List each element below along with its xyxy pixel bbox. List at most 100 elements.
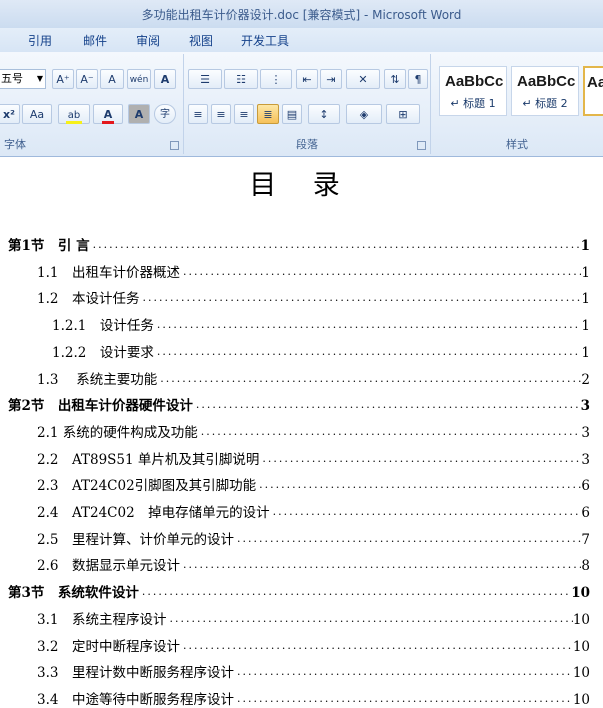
align-left-button[interactable]: ≡: [188, 104, 208, 124]
chevron-down-icon[interactable]: ▼: [37, 70, 43, 88]
char-border-button[interactable]: A: [154, 69, 176, 89]
tab-view[interactable]: 视图: [189, 32, 213, 49]
enclose-char-icon: 字: [160, 109, 170, 120]
clear-format-button[interactable]: A: [100, 69, 124, 89]
multilevel-list-button[interactable]: ⋮: [260, 69, 292, 89]
title-bar: 多功能出租车计价器设计.doc [兼容模式] - Microsoft Word: [0, 0, 603, 29]
font-dialog-launcher-icon[interactable]: [170, 141, 179, 150]
toc-leader-dots: [166, 615, 572, 628]
tab-references[interactable]: 引用: [28, 32, 52, 49]
toc-leader-dots: [234, 668, 573, 681]
toc-entry[interactable]: 1.2.1 设计任务 1: [52, 312, 590, 334]
style-name: ↵ 标题 1: [450, 97, 496, 110]
char-border-icon: A: [160, 73, 170, 86]
ribbon-tabs: 引用 邮件 审阅 视图 开发工具: [0, 28, 603, 52]
toc-title: 目 录: [249, 170, 354, 201]
toc-entry[interactable]: 1.2.2 设计要求 1: [52, 339, 590, 361]
toc-entry[interactable]: 第2节 出租车计价器硬件设计 3: [8, 392, 590, 414]
bullets-button[interactable]: ☰: [188, 69, 222, 89]
toc-entry-page: 3: [581, 451, 590, 468]
grow-font-button[interactable]: A⁺: [52, 69, 74, 89]
toc-entry[interactable]: 2.4 AT24C02 掉电存储单元的设计 6: [37, 499, 590, 521]
font-color-button[interactable]: A: [93, 104, 123, 124]
toc-leader-dots: [193, 401, 581, 414]
justify-button[interactable]: ≣: [257, 104, 279, 124]
font-group: 五号 ▼ A⁺ A⁻ A wén A x² Aa ab A A 字 字体: [0, 54, 184, 154]
change-case-button[interactable]: Aa: [22, 104, 52, 124]
toc-entry-label: 2.3 AT24C02引脚图及其引脚功能: [37, 478, 257, 495]
font-size-combo[interactable]: 五号 ▼: [0, 69, 46, 89]
decrease-indent-button[interactable]: ⇤: [296, 69, 318, 89]
style-sample: AaBbCc: [445, 73, 504, 90]
shrink-font-button[interactable]: A⁻: [76, 69, 98, 89]
align-right-button[interactable]: ≡: [234, 104, 254, 124]
show-marks-button[interactable]: ¶: [408, 69, 428, 89]
toc-entry[interactable]: 3.2 定时中断程序设计 10: [37, 633, 590, 655]
document-page[interactable]: 目 录 第1节 引 言1 1.1 出租车计价器概述 1 1.2 本设计任务1 1.2.1…: [0, 157, 603, 708]
toc-entry-label: 2.6 数据显示单元设计: [37, 558, 180, 575]
toc-entry-page: 3: [581, 424, 590, 441]
toc-leader-dots: [234, 535, 581, 548]
bullets-icon: ☰: [200, 73, 210, 86]
toc-leader-dots: [180, 268, 581, 281]
line-spacing-button[interactable]: ↕: [308, 104, 340, 124]
paragraph-dialog-launcher-icon[interactable]: [417, 141, 426, 150]
shading-button[interactable]: ◈: [346, 104, 382, 124]
superscript-button[interactable]: x²: [0, 104, 20, 124]
style-heading-1[interactable]: AaBbCc ↵ 标题 1: [439, 66, 507, 116]
phonetic-guide-button[interactable]: wén: [127, 69, 151, 89]
toc-entry-page: 7: [581, 531, 590, 548]
asian-layout-icon: ✕: [358, 73, 368, 86]
toc-entry[interactable]: 3.3 里程计数中断服务程序设计 10: [37, 659, 590, 681]
toc-leader-dots: [157, 375, 581, 388]
distributed-icon: ▤: [286, 108, 298, 121]
toc-entry-page: 10: [572, 665, 590, 682]
tab-mailings[interactable]: 邮件: [83, 32, 107, 49]
tab-review[interactable]: 审阅: [136, 32, 160, 49]
increase-indent-button[interactable]: ⇥: [320, 69, 342, 89]
styles-group-label: 样式: [506, 138, 528, 151]
toc-entry[interactable]: 1.1 出租车计价器概述 1: [37, 259, 590, 281]
char-shading-button[interactable]: A: [128, 104, 150, 124]
toc-entry[interactable]: 2.6 数据显示单元设计 8: [37, 552, 590, 574]
toc-entry[interactable]: 1.3 系统主要功能 2: [37, 366, 590, 388]
borders-button[interactable]: ⊞: [386, 104, 420, 124]
toc-entry-label: 3.2 定时中断程序设计: [37, 638, 180, 655]
toc-entry-page: 10: [572, 691, 590, 708]
toc-entry-label: 1.1 出租车计价器概述: [37, 264, 180, 281]
sort-button[interactable]: ⇅: [384, 69, 406, 89]
toc-entry[interactable]: 2.1 系统的硬件构成及功能 3: [37, 419, 590, 441]
toc-entry-label: 1.2.1 设计任务: [52, 318, 154, 335]
toc-entry-label: 2.4 AT24C02 掉电存储单元的设计: [37, 505, 270, 521]
asian-layout-button[interactable]: ✕: [346, 69, 380, 89]
toc-entry-label: 第2节 出租车计价器硬件设计: [8, 398, 193, 415]
toc-entry[interactable]: 3.4 中途等待中断服务程序设计 10: [37, 686, 590, 708]
toc-entry-label: 第1节 引 言: [8, 238, 90, 254]
enclose-char-button[interactable]: 字: [154, 104, 176, 124]
style-selected[interactable]: Aa: [583, 66, 603, 116]
style-heading-2[interactable]: AaBbCc ↵ 标题 2: [511, 66, 579, 116]
toc-entry-label: 1.2.2 设计要求: [52, 344, 154, 361]
justify-icon: ≣: [263, 108, 273, 121]
toc-entry-label: 第3节 系统软件设计: [8, 585, 139, 602]
toc-leader-dots: [139, 588, 571, 601]
toc-entry[interactable]: 2.2 AT89S51 单片机及其引脚说明 3: [37, 446, 590, 468]
toc-entry[interactable]: 2.5 里程计算、计价单元的设计 7: [37, 526, 590, 548]
toc-entry[interactable]: 3.1 系统主程序设计 10: [37, 606, 590, 628]
font-color-icon: A: [101, 108, 115, 124]
style-sample: AaBbCc: [517, 73, 576, 90]
align-center-button[interactable]: ≡: [211, 104, 231, 124]
tab-developer[interactable]: 开发工具: [241, 32, 289, 49]
char-shading-icon: A: [134, 108, 144, 121]
toc-entry[interactable]: 第3节 系统软件设计 10: [8, 579, 590, 601]
toc-entry[interactable]: 1.2 本设计任务 1: [37, 285, 590, 307]
toc-entry[interactable]: 第1节 引 言 1: [8, 232, 590, 254]
font-size-value: 五号: [1, 72, 23, 85]
toc-leader-dots: [234, 695, 573, 708]
numbering-button[interactable]: ☷: [224, 69, 258, 89]
highlight-button[interactable]: ab: [58, 104, 90, 124]
toc-entry-label: 3.3 里程计数中断服务程序设计: [37, 665, 234, 682]
toc-entry-page: 1: [581, 264, 590, 281]
distributed-button[interactable]: ▤: [282, 104, 302, 124]
toc-entry[interactable]: 2.3 AT24C02引脚图及其引脚功能 6: [37, 472, 590, 494]
